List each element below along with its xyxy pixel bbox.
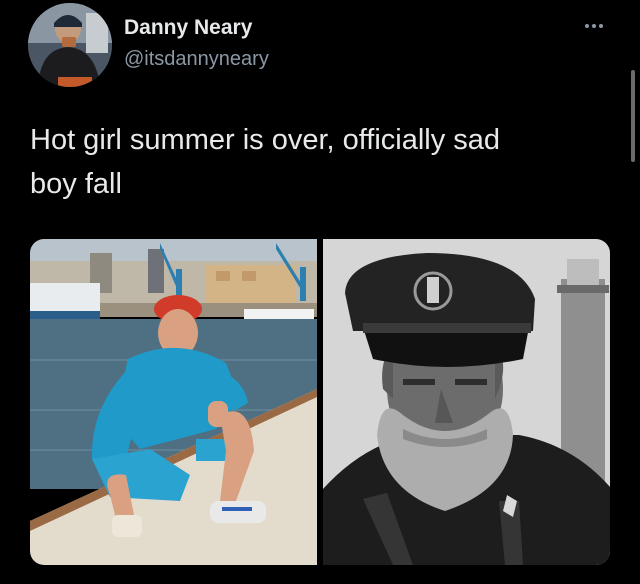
avatar[interactable] <box>28 3 112 87</box>
scrollbar[interactable] <box>631 70 635 162</box>
more-options-icon[interactable] <box>585 19 613 33</box>
dot <box>592 24 596 28</box>
author-name[interactable]: Danny Neary <box>124 16 252 40</box>
photo-sailor-portrait[interactable] <box>323 239 610 565</box>
tweet: Danny Neary @itsdannyneary Hot girl summ… <box>0 0 640 584</box>
author-handle[interactable]: @itsdannyneary <box>124 48 269 71</box>
dot <box>585 24 589 28</box>
dot <box>599 24 603 28</box>
photo-harbor-tracksuit[interactable] <box>30 239 317 565</box>
tweet-text: Hot girl summer is over, officially sad … <box>30 124 501 200</box>
media-grid[interactable] <box>30 239 610 565</box>
